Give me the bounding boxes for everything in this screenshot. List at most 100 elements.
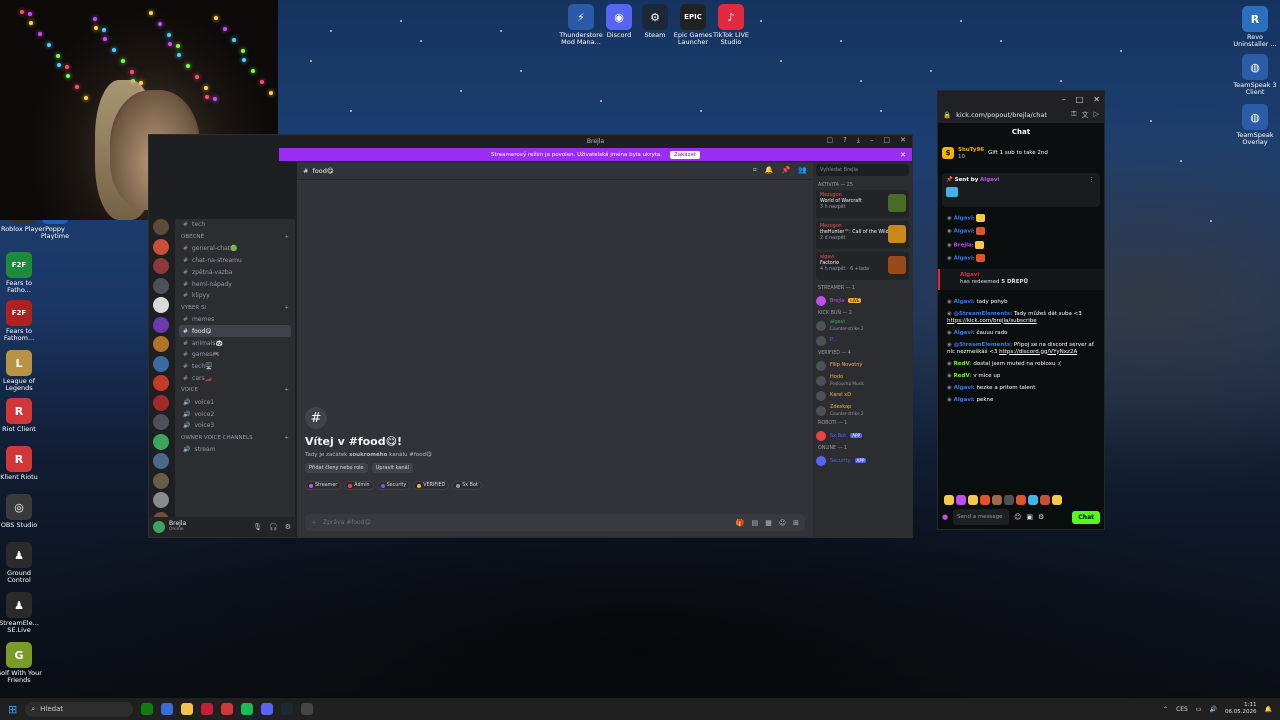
member-item[interactable]: Filip Novotný — [816, 358, 909, 373]
emote[interactable] — [980, 495, 990, 505]
avatar[interactable] — [153, 521, 165, 533]
emote[interactable] — [968, 495, 978, 505]
channel-item[interactable]: # herní-nápady — [175, 278, 295, 290]
member-item[interactable]: Brejla LIVE — [816, 293, 909, 308]
member-item[interactable]: Karel xD — [816, 388, 909, 403]
activity-card[interactable]: Mezugon World of Warcraft 3 h nazpět — [816, 190, 909, 218]
server-icon[interactable] — [153, 297, 169, 313]
spotify-icon[interactable] — [241, 703, 254, 715]
gift-bar[interactable]: $ ShuTy96 10 Gift 1 sub to take 2nd — [942, 141, 1100, 165]
apps-icon[interactable]: ⊞ — [793, 519, 799, 527]
inbox-icon[interactable]: ▢ — [827, 136, 834, 145]
desktop-shortcut[interactable]: ♟ StreamEle... SE.Live — [0, 592, 42, 634]
emoji-icon[interactable]: ☺ — [779, 519, 786, 527]
mic-icon[interactable]: 🎙 — [253, 523, 262, 531]
translate-icon[interactable]: 文 — [1082, 110, 1089, 120]
server-icon[interactable] — [153, 433, 169, 450]
desktop-shortcut[interactable]: L League of Legends — [0, 350, 42, 392]
settings-icon[interactable]: ⚙ — [1038, 513, 1044, 521]
desktop-shortcut[interactable]: F2F Fears to Fathom... — [0, 300, 42, 342]
gif-icon[interactable]: ▤ — [752, 519, 759, 527]
server-icon[interactable] — [153, 453, 169, 469]
server-icon[interactable] — [153, 258, 169, 274]
category-owner[interactable]: OWNER VOICE CHANNELS + — [175, 432, 295, 444]
channel-item[interactable]: 🔊 voice3 — [175, 420, 295, 432]
threads-icon[interactable]: ⌗ — [753, 166, 757, 175]
pin-icon[interactable]: 📌 — [782, 166, 791, 175]
minimize-button[interactable]: – — [1062, 95, 1066, 104]
server-icon[interactable] — [153, 238, 169, 255]
minimize-button[interactable]: – — [870, 136, 874, 145]
pinned-message[interactable]: 📌 Sent by Algavi ⋮ — [942, 173, 1100, 207]
emote[interactable] — [992, 495, 1002, 505]
maximize-button[interactable]: □ — [1076, 95, 1084, 104]
banner-close-icon[interactable]: ✕ — [900, 151, 906, 159]
gift-icon[interactable]: 🎁 — [736, 519, 745, 527]
category-general[interactable]: OBECNÉ + — [175, 231, 295, 243]
chevron-up-icon[interactable]: ⌃ — [1163, 706, 1168, 713]
download-icon[interactable]: ⤓ — [857, 136, 860, 145]
channel-item[interactable]: # memes — [175, 314, 295, 326]
add-attachment-icon[interactable]: ＋ — [311, 518, 317, 527]
search-input[interactable]: Vyhledat Brejla — [816, 164, 909, 176]
channel-item[interactable]: # chat-na-streamu — [175, 255, 295, 267]
chat-link[interactable]: https://discord.gg/VYyNxz2A — [999, 349, 1077, 355]
server-icon[interactable] — [153, 414, 169, 430]
channel-item[interactable]: 🔊 voice1 — [175, 396, 295, 408]
desktop-shortcut[interactable]: F2F Fears to Fatho... — [0, 252, 42, 294]
emote-picker-icon[interactable]: ☺ — [1014, 513, 1021, 521]
member-item[interactable]: Hodo Poslouchá Music — [816, 373, 909, 388]
headset-icon[interactable]: 🎧 — [269, 523, 278, 531]
key-icon[interactable]: ⚿ — [1071, 110, 1076, 120]
xbox-icon[interactable] — [141, 703, 154, 715]
role-chip[interactable]: Security — [376, 481, 411, 490]
language-indicator[interactable]: CES — [1176, 706, 1188, 713]
category-voice[interactable]: VOICE + — [175, 384, 295, 396]
chrome-icon[interactable] — [161, 703, 174, 715]
desktop-shortcut[interactable]: ◎ OBS Studio — [0, 494, 42, 529]
close-button[interactable]: ✕ — [1093, 95, 1100, 104]
members-icon[interactable]: 👥 — [798, 166, 807, 175]
bell-icon[interactable]: 🔔 — [765, 166, 774, 175]
channel-item[interactable]: # tech🖥️ — [175, 361, 295, 373]
server-icon[interactable] — [153, 316, 169, 333]
clock[interactable]: 1:11 06.05.2026 — [1225, 702, 1257, 716]
member-item[interactable]: Sx Bot APP — [816, 428, 909, 443]
role-chip[interactable]: Streamer — [305, 481, 342, 490]
chat-link[interactable]: https://kick.com/brejla/subscribe — [947, 318, 1037, 324]
emote[interactable] — [1040, 495, 1050, 505]
server-icon[interactable] — [153, 277, 169, 294]
pin-menu-icon[interactable]: ⋮ — [1089, 177, 1095, 183]
category-rest[interactable]: VYBER SI + — [175, 302, 295, 314]
role-chip[interactable]: VERIFIED — [413, 481, 450, 490]
activity-card[interactable]: algavi Factorio 4 h nazpět · 6 +lada — [816, 252, 909, 280]
emote-row[interactable] — [944, 495, 1062, 505]
channel-item[interactable]: # games🎮 — [175, 349, 295, 361]
emote[interactable] — [1004, 495, 1014, 505]
channel-item[interactable]: # cars🏎️ — [175, 373, 295, 385]
send-chat-button[interactable]: Chat — [1072, 510, 1100, 524]
desktop-shortcut[interactable]: G Golf With Your Friends — [0, 642, 42, 684]
play-icon[interactable]: ▷ — [1094, 110, 1099, 120]
member-item[interactable]: P... — [816, 333, 909, 348]
maximize-button[interactable]: □ — [884, 136, 891, 145]
close-button[interactable]: ✕ — [900, 136, 906, 145]
channel-item[interactable]: # animals🐼 — [175, 337, 295, 349]
address-bar[interactable]: 🔒 kick.com/popout/brejla/chat ⚿ 文 ▷ — [938, 107, 1104, 123]
add-members-button[interactable]: Přidat členy nebo role — [305, 463, 368, 473]
channel-item[interactable]: 🔊 stream — [175, 444, 295, 456]
settings-icon[interactable]: ⚙ — [285, 523, 291, 531]
desktop-shortcut[interactable]: R Riot Client — [0, 398, 42, 433]
obs-taskbar-icon[interactable] — [301, 703, 314, 715]
emote[interactable] — [1016, 495, 1026, 505]
riot-icon[interactable] — [221, 703, 234, 715]
desktop-shortcut[interactable]: R Revo Uninstaller ... — [1232, 6, 1278, 48]
channel-item[interactable]: # klipyy — [175, 290, 295, 302]
chat-input[interactable]: Send a message — [953, 509, 1010, 525]
gift-icon[interactable]: ▣ — [1026, 513, 1033, 521]
server-icon[interactable] — [153, 492, 169, 508]
edit-channel-button[interactable]: Upravit kanál — [371, 463, 413, 473]
emote[interactable] — [944, 495, 954, 505]
steam-taskbar-icon[interactable] — [281, 703, 294, 715]
notification-icon[interactable]: 🔔 — [1265, 706, 1272, 713]
